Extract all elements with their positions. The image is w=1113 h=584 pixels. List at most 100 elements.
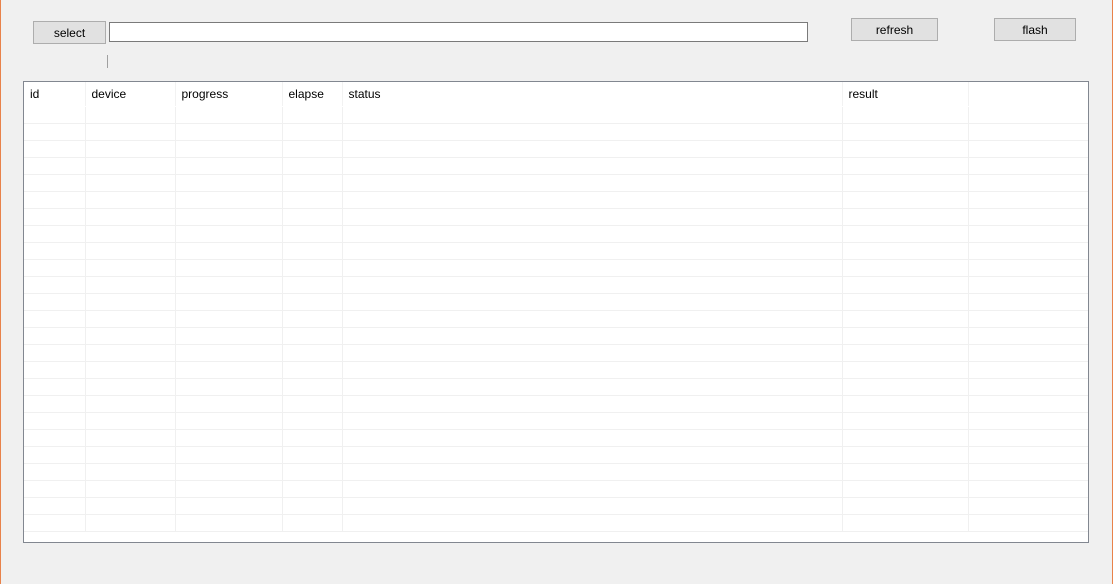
column-header-id[interactable]: id <box>24 82 86 107</box>
table-cell <box>85 123 176 141</box>
table-row[interactable] <box>24 412 1088 430</box>
table-row[interactable] <box>24 276 1088 294</box>
table-cell <box>24 463 86 481</box>
table-cell <box>282 191 343 209</box>
column-header-progress[interactable]: progress <box>175 82 283 107</box>
table-cell <box>24 208 86 226</box>
column-header-filler[interactable] <box>968 82 1088 107</box>
table-cell <box>968 378 1088 396</box>
column-header-status[interactable]: status <box>342 82 843 107</box>
table-cell <box>842 106 969 124</box>
table-cell <box>968 514 1088 532</box>
table-cell <box>842 497 969 515</box>
table-cell <box>342 378 843 396</box>
device-list-view[interactable]: id device progress elapse status result <box>23 81 1089 543</box>
table-cell <box>24 446 86 464</box>
table-cell <box>175 446 283 464</box>
table-cell <box>282 361 343 379</box>
table-cell <box>842 429 969 447</box>
table-cell <box>968 293 1088 311</box>
flash-button[interactable]: flash <box>994 18 1076 41</box>
column-header-result[interactable]: result <box>842 82 969 107</box>
table-row[interactable] <box>24 208 1088 226</box>
table-cell <box>282 327 343 345</box>
refresh-button[interactable]: refresh <box>851 18 938 41</box>
table-row[interactable] <box>24 157 1088 175</box>
select-button[interactable]: select <box>33 21 106 44</box>
table-cell <box>342 480 843 498</box>
table-cell <box>282 412 343 430</box>
table-cell <box>175 361 283 379</box>
table-cell <box>842 327 969 345</box>
table-cell <box>282 446 343 464</box>
table-cell <box>842 174 969 192</box>
table-row[interactable] <box>24 463 1088 481</box>
table-cell <box>175 157 283 175</box>
table-row[interactable] <box>24 395 1088 413</box>
table-cell <box>842 361 969 379</box>
table-row[interactable] <box>24 174 1088 192</box>
column-header-elapse[interactable]: elapse <box>282 82 343 107</box>
table-cell <box>842 293 969 311</box>
table-cell <box>24 310 86 328</box>
table-cell <box>85 106 176 124</box>
table-cell <box>85 225 176 243</box>
table-cell <box>842 276 969 294</box>
table-cell <box>24 378 86 396</box>
table-row[interactable] <box>24 140 1088 158</box>
table-cell <box>968 276 1088 294</box>
path-input[interactable] <box>109 22 808 42</box>
table-cell <box>842 344 969 362</box>
table-cell <box>175 106 283 124</box>
table-cell <box>24 225 86 243</box>
table-row[interactable] <box>24 123 1088 141</box>
table-cell <box>85 378 176 396</box>
table-cell <box>85 446 176 464</box>
table-cell <box>175 259 283 277</box>
table-row[interactable] <box>24 429 1088 447</box>
table-cell <box>968 157 1088 175</box>
table-cell <box>175 378 283 396</box>
table-cell <box>968 446 1088 464</box>
table-row[interactable] <box>24 106 1088 124</box>
table-cell <box>342 208 843 226</box>
column-header-device[interactable]: device <box>85 82 176 107</box>
table-row[interactable] <box>24 344 1088 362</box>
table-cell <box>85 497 176 515</box>
table-cell <box>85 480 176 498</box>
table-cell <box>342 157 843 175</box>
table-cell <box>968 106 1088 124</box>
table-cell <box>842 191 969 209</box>
table-cell <box>342 106 843 124</box>
table-cell <box>175 123 283 141</box>
table-cell <box>968 429 1088 447</box>
table-row[interactable] <box>24 259 1088 277</box>
table-cell <box>842 412 969 430</box>
table-row[interactable] <box>24 378 1088 396</box>
table-row[interactable] <box>24 225 1088 243</box>
table-row[interactable] <box>24 293 1088 311</box>
table-cell <box>175 497 283 515</box>
table-row[interactable] <box>24 446 1088 464</box>
table-cell <box>968 412 1088 430</box>
table-cell <box>85 293 176 311</box>
table-cell <box>842 242 969 260</box>
table-cell <box>24 395 86 413</box>
table-cell <box>175 395 283 413</box>
table-cell <box>85 344 176 362</box>
table-cell <box>85 276 176 294</box>
app-window: select refresh flash id device progress … <box>0 0 1113 584</box>
table-row[interactable] <box>24 480 1088 498</box>
table-cell <box>842 157 969 175</box>
table-row[interactable] <box>24 310 1088 328</box>
table-row[interactable] <box>24 242 1088 260</box>
table-row[interactable] <box>24 191 1088 209</box>
table-row[interactable] <box>24 497 1088 515</box>
table-cell <box>85 174 176 192</box>
table-row[interactable] <box>24 514 1088 532</box>
table-cell <box>175 242 283 260</box>
table-cell <box>85 259 176 277</box>
table-row[interactable] <box>24 327 1088 345</box>
table-row[interactable] <box>24 361 1088 379</box>
table-cell <box>342 497 843 515</box>
